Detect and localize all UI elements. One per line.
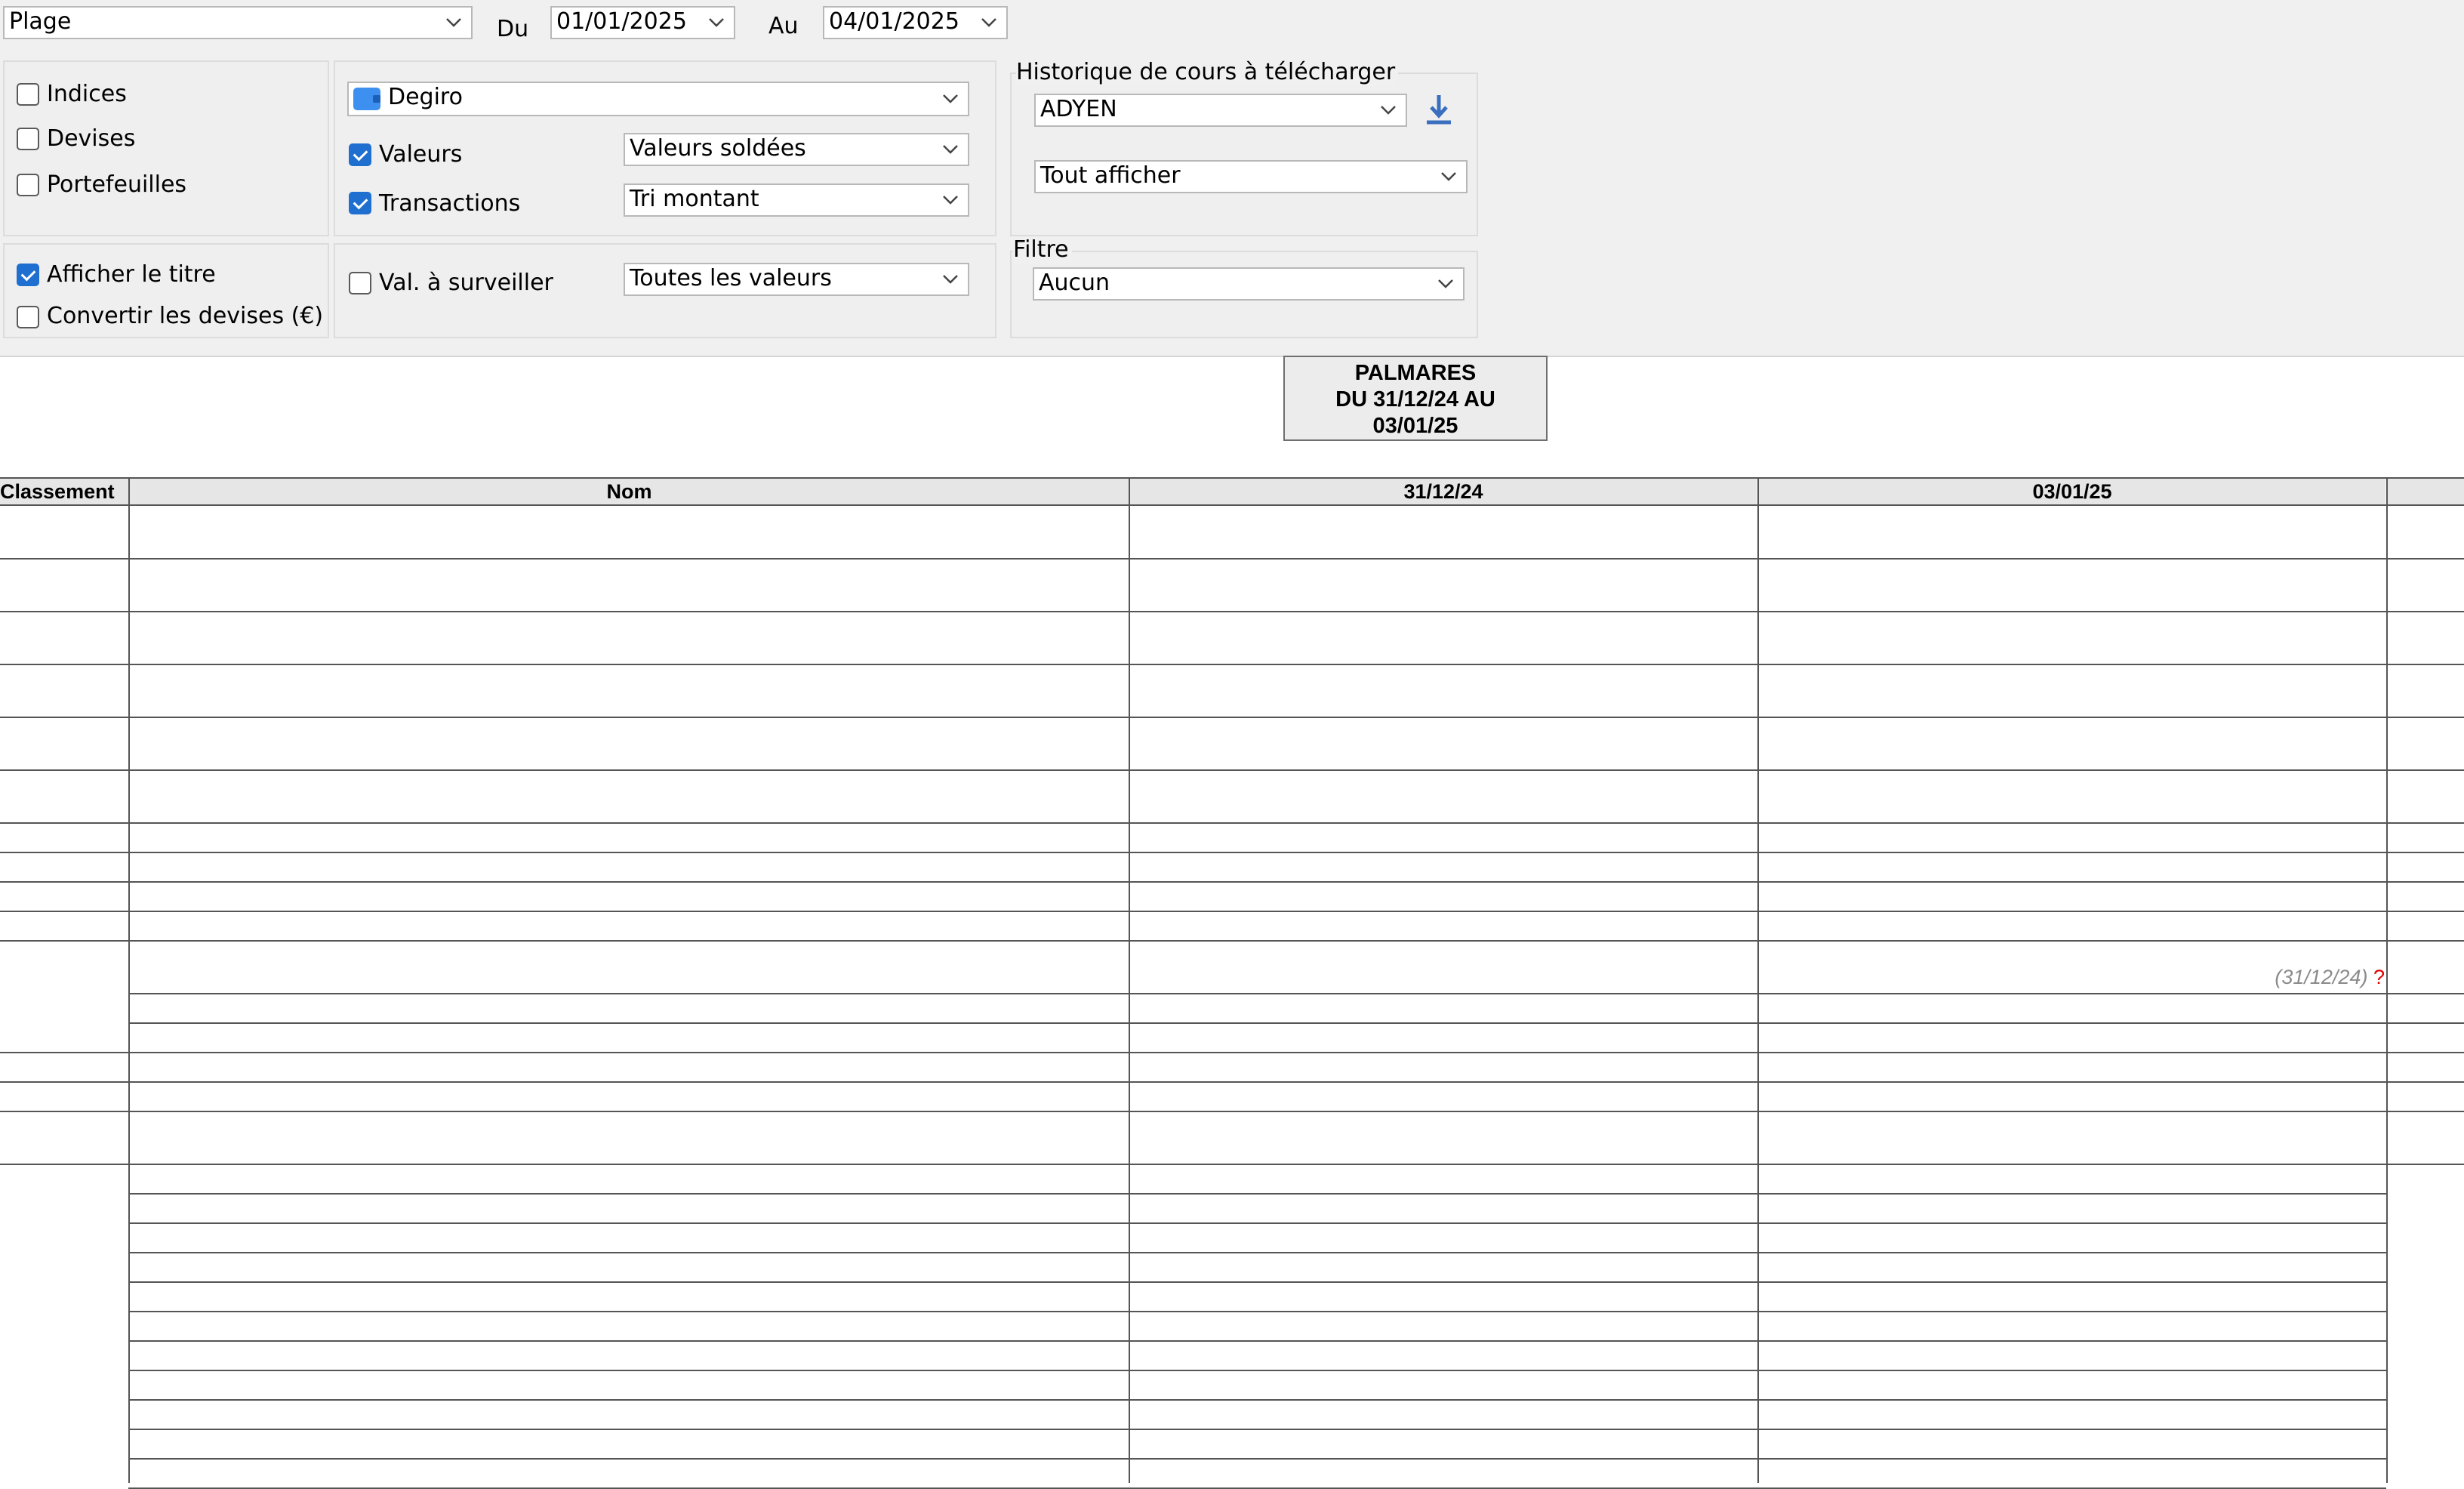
transactions-checkbox[interactable] — [349, 192, 371, 214]
from-label: Du — [497, 16, 529, 42]
history-ticker-value: ADYEN — [1040, 96, 1117, 122]
from-date-picker[interactable]: 01/01/2025 — [550, 6, 735, 39]
row-divider — [128, 1340, 2386, 1342]
history-ticker-select[interactable]: ADYEN — [1034, 94, 1407, 127]
column-divider — [1129, 477, 1130, 1483]
column-divider — [1757, 477, 1759, 1483]
indices-label: Indices — [47, 81, 127, 107]
header-col1: 31/12/24 — [1130, 479, 1757, 504]
filter-select-value: Aucun — [1039, 270, 1110, 296]
price-end-note: (31/12/24) ? — [2275, 966, 2385, 989]
row-divider — [0, 504, 2464, 506]
valeurs-select-value: Valeurs soldées — [630, 135, 806, 162]
surveiller-checkbox[interactable] — [349, 272, 371, 294]
row-divider — [0, 1111, 2464, 1112]
row-divider — [0, 1081, 2464, 1083]
to-date-value: 04/01/2025 — [829, 8, 959, 35]
chevron-down-icon — [708, 8, 726, 38]
wallet-icon — [353, 88, 380, 110]
transactions-label: Transactions — [379, 190, 521, 217]
row-divider — [128, 1429, 2386, 1430]
price-date-note: (31/12/24) — [2275, 966, 2368, 988]
row-divider — [128, 993, 2464, 994]
row-divider — [0, 558, 2464, 560]
report-title: PALMARES DU 31/12/24 AU 03/01/25 — [1283, 356, 1548, 441]
to-label: Au — [768, 13, 799, 39]
warning-flag: ? — [2367, 966, 2385, 988]
row-divider — [0, 664, 2464, 665]
chevron-down-icon — [942, 83, 960, 115]
chevron-down-icon — [942, 185, 960, 215]
chevron-down-icon — [1380, 95, 1398, 125]
row-divider — [0, 717, 2464, 718]
surveiller-select-value: Toutes les valeurs — [630, 265, 832, 291]
afficher-titre-checkbox[interactable] — [17, 264, 39, 286]
column-divider — [2386, 477, 2388, 1483]
header-extra — [2388, 479, 2464, 504]
row-divider — [0, 1164, 2464, 1165]
chevron-down-icon — [445, 8, 464, 38]
header-col2: 03/01/25 — [1759, 479, 2385, 504]
row-divider — [0, 822, 2464, 824]
row-divider — [128, 1193, 2386, 1195]
row-divider — [128, 1252, 2386, 1253]
row-divider — [0, 940, 2464, 942]
range-select-value: Plage — [9, 8, 72, 35]
history-group-label: Historique de cours à télécharger — [1016, 59, 1399, 86]
valeurs-select[interactable]: Valeurs soldées — [624, 133, 969, 166]
chevron-down-icon — [942, 134, 960, 165]
devises-label: Devises — [47, 125, 136, 152]
header-rank: Classement — [0, 479, 128, 504]
surveiller-label: Val. à surveiller — [379, 270, 553, 296]
download-icon[interactable] — [1424, 92, 1454, 127]
valeurs-label: Valeurs — [379, 141, 463, 168]
filter-group-label: Filtre — [1013, 236, 1072, 264]
report-title-line3: 03/01/25 — [1372, 414, 1458, 438]
chevron-down-icon — [981, 8, 999, 38]
header-name: Nom — [130, 479, 1129, 504]
row-divider — [128, 1458, 2386, 1460]
row-divider — [128, 1222, 2386, 1224]
row-divider — [0, 852, 2464, 853]
row-divider — [128, 1281, 2386, 1283]
transactions-select[interactable]: Tri montant — [624, 183, 969, 217]
filter-select[interactable]: Aucun — [1033, 267, 1465, 301]
row-divider — [0, 611, 2464, 612]
surveiller-select[interactable]: Toutes les valeurs — [624, 263, 969, 296]
report-title-line2: DU 31/12/24 AU — [1335, 387, 1495, 412]
chevron-down-icon — [1437, 269, 1455, 299]
column-divider — [0, 477, 2, 1164]
history-display-value: Tout afficher — [1040, 162, 1181, 189]
history-display-select[interactable]: Tout afficher — [1034, 160, 1468, 193]
afficher-titre-label: Afficher le titre — [47, 261, 216, 288]
row-divider — [128, 1370, 2386, 1371]
from-date-value: 01/01/2025 — [556, 8, 687, 35]
valeurs-checkbox[interactable] — [349, 143, 371, 166]
convertir-devises-checkbox[interactable] — [17, 306, 39, 328]
range-select[interactable]: Plage — [3, 6, 473, 39]
row-divider — [0, 911, 2464, 912]
report-title-line1: PALMARES — [1354, 361, 1477, 385]
chevron-down-icon — [1440, 162, 1458, 192]
row-divider — [0, 1052, 2464, 1053]
row-divider — [0, 769, 2464, 771]
portfolio-select[interactable]: Degiro — [347, 82, 969, 116]
portefeuilles-checkbox[interactable] — [17, 174, 39, 196]
chevron-down-icon — [942, 264, 960, 294]
portefeuilles-label: Portefeuilles — [47, 171, 187, 198]
to-date-picker[interactable]: 04/01/2025 — [823, 6, 1008, 39]
column-divider — [128, 477, 130, 1483]
devises-checkbox[interactable] — [17, 128, 39, 150]
convertir-devises-label: Convertir les devises (€) — [47, 303, 324, 329]
row-divider — [128, 1022, 2464, 1024]
row-divider — [0, 881, 2464, 883]
portfolio-select-value: Degiro — [388, 84, 463, 110]
row-divider — [128, 1311, 2386, 1312]
row-divider — [128, 1399, 2386, 1401]
indices-checkbox[interactable] — [17, 83, 39, 106]
transactions-select-value: Tri montant — [630, 186, 759, 212]
row-divider — [0, 477, 2464, 479]
